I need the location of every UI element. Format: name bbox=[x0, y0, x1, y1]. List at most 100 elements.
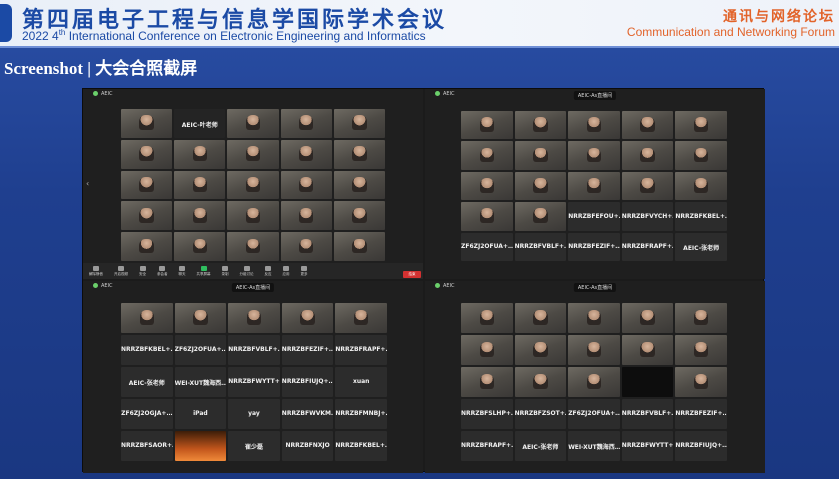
logo-mark bbox=[0, 4, 12, 42]
name-tile: NRRZBFEFOU+… bbox=[568, 202, 620, 231]
video-tile bbox=[121, 201, 173, 231]
video-tile bbox=[174, 431, 227, 461]
video-tile bbox=[514, 111, 567, 140]
name-tile: yay bbox=[228, 399, 280, 429]
name-tile: NRRZBFWVKM… bbox=[281, 399, 334, 429]
video-tile bbox=[333, 232, 385, 261]
video-tile bbox=[568, 141, 620, 170]
conference-title-en: 2022 4th International Conference on Ele… bbox=[22, 28, 426, 43]
video-tile bbox=[121, 170, 173, 200]
video-tile bbox=[514, 202, 567, 231]
video-tile bbox=[174, 170, 226, 200]
start-video-button[interactable]: 开启视频 bbox=[114, 265, 128, 277]
forum-title-en: Communication and Networking Forum bbox=[626, 25, 835, 39]
name-tile: NRRZBFWYTT+… bbox=[228, 367, 280, 397]
name-tile: NRRZBFWYTT+… bbox=[621, 431, 674, 461]
video-tile bbox=[461, 111, 513, 140]
video-tile bbox=[227, 109, 279, 138]
gallery-bottom-left: AEIC AEIC-As直播间 NRRZBFKBEL+… ZF6ZJ2OFUA+… bbox=[83, 281, 423, 473]
video-tile bbox=[461, 335, 513, 365]
name-tile: NRRZBFVBLF+… bbox=[228, 335, 280, 365]
name-tile: AEIC-张老师 bbox=[514, 431, 567, 461]
video-tile bbox=[174, 303, 227, 333]
video-tile bbox=[333, 139, 385, 169]
video-tile bbox=[121, 139, 173, 169]
name-tile: NRRZBFEZIF+… bbox=[675, 399, 727, 429]
name-tile: ZF6ZJ2OFUA+… bbox=[461, 232, 513, 261]
video-tile: AEIC-叶老师 bbox=[174, 109, 226, 138]
mic-icon bbox=[93, 265, 99, 271]
end-meeting-button[interactable]: 结束 bbox=[403, 271, 421, 278]
name-tile: iPad bbox=[174, 399, 227, 429]
video-tile bbox=[227, 170, 279, 200]
name-tile: NRRZBFSAOR+… bbox=[121, 431, 173, 461]
video-tile bbox=[174, 201, 226, 231]
video-tile bbox=[675, 367, 727, 397]
reactions-button[interactable]: 反应 bbox=[265, 265, 272, 277]
video-tile bbox=[675, 141, 727, 170]
prev-page-arrow-icon[interactable]: ‹ bbox=[86, 179, 89, 188]
video-tile bbox=[280, 201, 332, 231]
name-tile: NRRZBFZSOT+… bbox=[514, 399, 567, 429]
share-screen-button[interactable]: 共享屏幕 bbox=[197, 265, 211, 277]
video-tile bbox=[514, 303, 567, 333]
name-tile: NRRZBFEZIF+… bbox=[281, 335, 334, 365]
chat-button[interactable]: 聊天 bbox=[179, 265, 186, 277]
more-icon bbox=[301, 265, 307, 271]
participants-button[interactable]: 参会者 bbox=[157, 265, 168, 277]
record-button[interactable]: 录制 bbox=[222, 265, 229, 277]
video-tile bbox=[621, 303, 674, 333]
breakout-icon bbox=[243, 265, 250, 271]
video-tile bbox=[621, 111, 674, 140]
name-tile: NRRZBFSLHP+… bbox=[461, 399, 513, 429]
video-tile bbox=[461, 202, 513, 231]
name-tile: NRRZBFRAPF+… bbox=[461, 431, 513, 461]
video-tile bbox=[281, 303, 334, 333]
video-tile bbox=[228, 303, 280, 333]
gallery-bottom-right: AEIC AEIC-As直播间 NRRZBFSLHP+… NRRZBFZSOT+… bbox=[425, 281, 765, 473]
unmute-button[interactable]: 解除静音 bbox=[89, 265, 103, 277]
name-tile: xuan bbox=[335, 367, 387, 397]
name-tile: NRRZBFRAPF+… bbox=[335, 335, 387, 365]
name-tile: NRRZBFKBEL+… bbox=[121, 335, 173, 365]
meeting-screenshot: AEIC ‹ AEIC-叶老师 解除静音 开启视频 安全 参会者 聊天 共享屏幕… bbox=[82, 88, 765, 473]
name-tile: NRRZBFVYCH+… bbox=[621, 202, 674, 231]
gallery-top-left: AEIC ‹ AEIC-叶老师 解除静音 开启视频 安全 参会者 聊天 共享屏幕… bbox=[83, 89, 423, 279]
video-tile bbox=[280, 170, 332, 200]
name-tile: WEI-XUT魏海西… bbox=[568, 431, 620, 461]
video-tile bbox=[461, 367, 513, 397]
breakout-rooms-button[interactable]: 分组讨论 bbox=[240, 265, 254, 277]
name-tile: NRRZBFMNBJ+… bbox=[335, 399, 387, 429]
name-tile: NRRZBFRAPF+… bbox=[621, 232, 674, 261]
name-tile: AEIC-张老师 bbox=[121, 367, 173, 397]
video-tile bbox=[568, 335, 620, 365]
name-tile: NRRZBFKBEL+… bbox=[675, 202, 727, 231]
name-tile: ZF6ZJ2OGJA+… bbox=[121, 399, 173, 429]
video-tile bbox=[121, 232, 173, 261]
apps-icon bbox=[283, 265, 289, 271]
header-divider bbox=[0, 46, 839, 48]
video-tile bbox=[621, 171, 674, 201]
video-tile bbox=[675, 171, 727, 201]
video-tile bbox=[568, 171, 620, 201]
video-tile bbox=[621, 367, 674, 397]
name-tile: NRRZBFIUJQ+… bbox=[675, 431, 727, 461]
video-tile bbox=[280, 139, 332, 169]
smile-icon bbox=[265, 265, 271, 271]
apps-button[interactable]: 应用 bbox=[283, 265, 290, 277]
room-title: AEIC-As直播间 bbox=[231, 283, 275, 292]
security-button[interactable]: 安全 bbox=[139, 265, 146, 277]
video-tile bbox=[621, 141, 674, 170]
video-tile bbox=[333, 170, 385, 200]
meeting-info-bar: AEIC bbox=[83, 89, 423, 99]
name-tile: 崔少磊 bbox=[228, 431, 280, 461]
video-tile bbox=[335, 303, 387, 333]
video-tile bbox=[280, 109, 332, 138]
video-tile bbox=[461, 171, 513, 201]
video-tile bbox=[174, 232, 226, 261]
more-button[interactable]: 更多 bbox=[301, 265, 308, 277]
name-tile: NRRZBFNXJO bbox=[281, 431, 334, 461]
video-tile bbox=[333, 109, 385, 138]
video-tile bbox=[227, 201, 279, 231]
record-icon bbox=[222, 265, 228, 271]
